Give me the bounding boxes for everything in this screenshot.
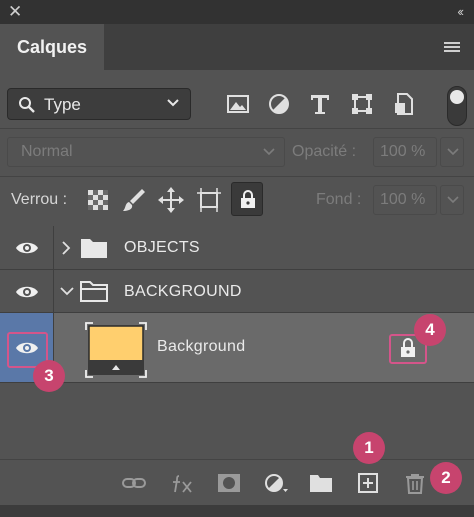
adjustment-layer-icon[interactable] — [263, 472, 289, 494]
chevron-down-icon — [263, 148, 275, 156]
chevron-down-icon — [447, 148, 459, 156]
chevron-down-icon — [167, 99, 179, 107]
fill-field[interactable]: 100 % — [373, 185, 437, 215]
annotation-badge-4: 4 — [414, 314, 446, 346]
lock-label: Verrou : — [11, 191, 68, 208]
annotation-badge-1: 1 — [353, 432, 385, 464]
fx-icon[interactable] — [170, 472, 196, 494]
chevron-down-icon[interactable] — [59, 286, 75, 296]
add-mask-icon[interactable] — [216, 472, 242, 494]
collapse-panel-icon[interactable]: ‹‹ — [457, 2, 464, 22]
lock-all-button[interactable] — [231, 182, 263, 216]
folder-icon — [81, 239, 107, 258]
blend-mode-label: Normal — [21, 143, 73, 160]
trash-icon[interactable] — [402, 472, 428, 494]
annotation-badge-3: 3 — [33, 360, 65, 392]
new-group-icon[interactable] — [308, 472, 334, 494]
blend-mode-select[interactable]: Normal — [7, 137, 285, 167]
link-icon[interactable] — [121, 472, 147, 494]
divider — [0, 176, 474, 177]
filter-kind-select[interactable]: Type — [7, 88, 191, 120]
adjustment-filter-icon[interactable] — [267, 92, 291, 116]
eye-icon — [16, 286, 38, 298]
type-filter-icon[interactable] — [308, 92, 332, 116]
opacity-field[interactable]: 100 % — [373, 137, 437, 167]
layer-row-background-group[interactable]: BACKGROUND — [0, 270, 474, 313]
search-icon — [19, 97, 35, 113]
filter-toggle[interactable] — [447, 86, 467, 126]
layer-row-objects[interactable]: OBJECTS — [0, 226, 474, 270]
chevron-down-icon — [447, 196, 459, 204]
layers-bottom-toolbar — [0, 459, 474, 505]
image-filter-icon[interactable] — [226, 92, 250, 116]
annotation-badge-2: 2 — [430, 462, 462, 494]
divider — [0, 128, 474, 129]
tab-layers[interactable]: Calques — [0, 24, 104, 70]
lock-image-pixels-icon[interactable] — [120, 186, 148, 214]
opacity-value: 100 % — [380, 143, 426, 160]
lock-icon — [241, 190, 255, 208]
filter-kind-label: Type — [44, 95, 81, 114]
filter-row: Type — [0, 80, 474, 128]
smart-object-filter-icon[interactable] — [392, 92, 416, 116]
panel-tab-bar: Calques — [0, 24, 474, 70]
panel-bottom-edge — [0, 505, 474, 517]
eye-icon — [16, 242, 38, 254]
open-folder-icon — [80, 281, 108, 302]
panel-menu-icon[interactable] — [444, 42, 460, 53]
opacity-dropdown[interactable] — [440, 137, 464, 167]
fill-label: Fond : — [316, 191, 362, 208]
visibility-toggle[interactable] — [0, 226, 54, 269]
fill-value: 100 % — [380, 191, 426, 208]
visibility-toggle[interactable] — [0, 270, 54, 312]
fill-dropdown[interactable] — [440, 185, 464, 215]
chevron-right-icon[interactable] — [61, 240, 71, 256]
lock-artboard-icon[interactable] — [195, 186, 223, 214]
layer-name: BACKGROUND — [124, 283, 242, 300]
shape-filter-icon[interactable] — [350, 92, 374, 116]
lock-transparent-pixels-icon[interactable] — [84, 186, 112, 214]
layer-name: OBJECTS — [124, 239, 200, 256]
close-icon[interactable]: ✕ — [8, 2, 22, 22]
lock-position-icon[interactable] — [157, 186, 185, 214]
new-layer-icon[interactable] — [355, 472, 381, 494]
layer-name: Background — [157, 338, 246, 355]
window-title-strip: ✕ ‹‹ — [0, 0, 474, 24]
layer-thumbnail[interactable] — [85, 322, 147, 378]
opacity-label: Opacité : — [292, 143, 357, 160]
